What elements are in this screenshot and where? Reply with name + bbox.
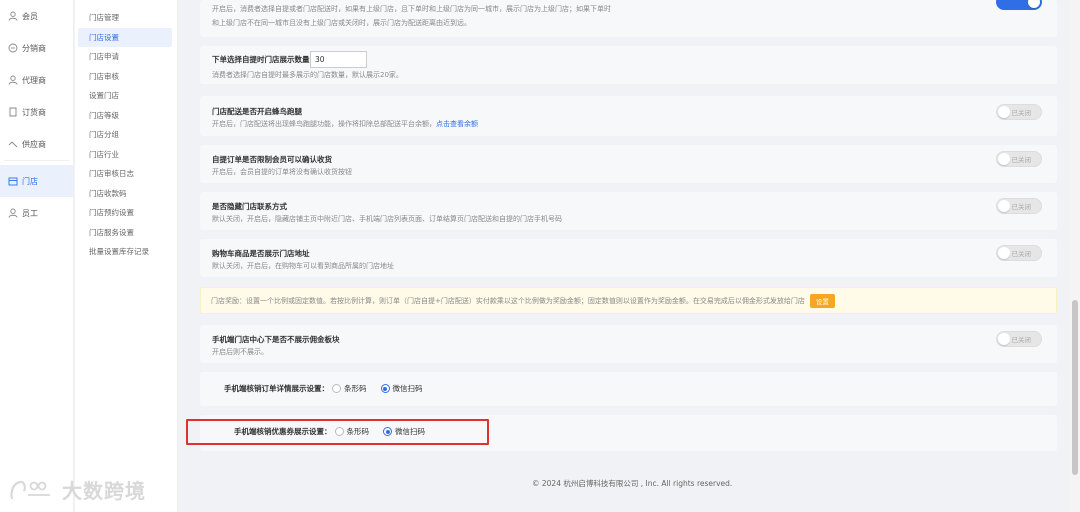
subnav-item[interactable]: 门店管理 xyxy=(75,8,172,28)
sidebar-item-label: 供应商 xyxy=(22,139,46,149)
parent-store-toggle[interactable] xyxy=(996,0,1042,10)
order-verify-radio-group: 手机端核销订单详情展示设置： 条形码 微信扫码 xyxy=(224,383,437,394)
hide-contact-toggle[interactable]: 已关闭 xyxy=(996,198,1042,214)
subnav-item[interactable]: 门店等级 xyxy=(75,106,172,126)
sidebar-item-label: 会员 xyxy=(22,11,38,21)
order-icon xyxy=(7,107,18,118)
setting-title: 是否隐藏门店联系方式 xyxy=(212,202,287,211)
setting-card-order-verify: 手机端核销订单详情展示设置： 条形码 微信扫码 xyxy=(200,372,1057,406)
order-verify-barcode-radio[interactable]: 条形码 xyxy=(332,383,367,394)
setting-description: 开启后，门店配送将出现蜂鸟跑腿功能，操作将扣除总部配送平台余额，点击查看余额 xyxy=(212,119,478,129)
staff-icon xyxy=(7,208,18,219)
setting-description: 开启后，消费者选择自提或者门店配送时，如果有上级门店，且下单时和上级门店为同一城… xyxy=(212,5,611,13)
toggle-label: 已关闭 xyxy=(1011,156,1032,164)
setting-title: 手机端门店中心下是否不展示佣金板块 xyxy=(212,335,340,344)
subnav-item[interactable]: 设置门店 xyxy=(75,86,172,106)
setting-description: 和上级门店不在同一城市且没有上级门店或关闭时，展示门店为配送距离由近到远。 xyxy=(212,19,471,27)
subnav-item[interactable]: 门店申请 xyxy=(75,47,172,67)
store-icon xyxy=(7,176,18,187)
sidebar-item-buyer[interactable]: 订货商 xyxy=(0,96,73,128)
setting-card-store-count: 下单选择自提时门店展示数量： 30 消费者选择门店自提时最多展示的门店数量，默认… xyxy=(200,46,1057,84)
toggle-label: 已关闭 xyxy=(1011,250,1032,258)
setting-description: 开启后，会员自提的订单将没有确认收货按钮 xyxy=(212,168,352,176)
sidebar-item-label: 分销商 xyxy=(22,43,46,53)
setting-card-cart-store-address: 购物车商品是否展示门店地址 默认关闭，开启后，在购物车可以看到商品所属的门店地址… xyxy=(200,239,1057,277)
sidebar-item-label: 门店 xyxy=(22,176,38,186)
view-balance-link[interactable]: 点击查看余额 xyxy=(436,120,478,128)
subnav-item[interactable]: 门店审核日志 xyxy=(75,164,172,184)
setting-card-hide-contact: 是否隐藏门店联系方式 默认关闭，开启后，隐藏店铺主页中附近门店、手机端门店列表页… xyxy=(200,192,1057,230)
store-count-input[interactable]: 30 xyxy=(310,51,367,68)
scrollbar[interactable] xyxy=(1070,0,1080,512)
toggle-label: 已关闭 xyxy=(1011,109,1032,117)
agent-icon xyxy=(7,75,18,86)
subnav-item[interactable]: 门店服务设置 xyxy=(75,223,172,243)
scrollbar-thumb[interactable] xyxy=(1072,300,1078,475)
setting-title: 门店配送是否开启蜂鸟跑腿 xyxy=(212,107,302,116)
subnav-item[interactable]: 门店分组 xyxy=(75,125,172,145)
setting-description: 默认关闭，开启后，在购物车可以看到商品所属的门店地址 xyxy=(212,262,394,270)
setting-description: 消费者选择门店自提时最多展示的门店数量，默认展示20家。 xyxy=(212,71,403,79)
subnav-item[interactable]: 门店收款码 xyxy=(75,184,172,204)
watermark-logo-icon xyxy=(10,480,50,499)
sidebar-item-distributor[interactable]: 分销商 xyxy=(0,32,73,64)
radio-group-label: 手机端核销订单详情展示设置： xyxy=(224,384,329,393)
setting-title: 下单选择自提时门店展示数量： xyxy=(212,55,317,64)
setting-description: 开启后则不展示。 xyxy=(212,348,268,356)
radio-label: 微信扫码 xyxy=(392,384,423,393)
sidebar-item-agent[interactable]: 代理商 xyxy=(0,64,73,96)
watermark-text: 大数跨境 xyxy=(62,479,146,503)
setting-description-text: 开启后，门店配送将出现蜂鸟跑腿功能，操作将扣除总部配送平台余额， xyxy=(212,120,436,128)
subnav-item-active[interactable]: 门店设置 xyxy=(78,27,172,47)
store-reward-notice: 门店奖励：设置一个比例或固定数值。若按比例计算，则订单（门店自提+门店配送）实付… xyxy=(200,287,1057,314)
highlight-box xyxy=(186,419,489,445)
setting-card-pickup-confirm: 自提订单是否限制会员可以确认收货 开启后，会员自提的订单将没有确认收货按钮 已关… xyxy=(200,145,1057,183)
copyright-text: © 2024 杭州启博科技有限公司 , Inc. All rights rese… xyxy=(532,479,733,488)
setting-description: 默认关闭，开启后，隐藏店铺主页中附近门店、手机端门店列表页面、订单结算页门店配送… xyxy=(212,215,562,223)
secondary-sidebar: 门店管理 门店设置 门店申请 门店审核 设置门店 门店等级 门店分组 门店行业 … xyxy=(75,0,178,512)
sidebar-item-supplier[interactable]: 供应商 xyxy=(0,128,73,160)
order-verify-wechat-radio[interactable]: 微信扫码 xyxy=(380,383,423,394)
subnav-item[interactable]: 批量设置库存记录 xyxy=(75,242,172,262)
notice-text: 门店奖励：设置一个比例或固定数值。若按比例计算，则订单（门店自提+门店配送）实付… xyxy=(211,296,805,305)
watermark: 大数跨境 xyxy=(8,475,146,504)
setting-card-parent-store: 开启后，消费者选择自提或者门店配送时，如果有上级门店，且下单时和上级门店为同一城… xyxy=(200,0,1057,37)
setting-card-commission: 手机端门店中心下是否不展示佣金板块 开启后则不展示。 已关闭 xyxy=(200,325,1057,363)
setting-card-fengniao: 门店配送是否开启蜂鸟跑腿 开启后，门店配送将出现蜂鸟跑腿功能，操作将扣除总部配送… xyxy=(200,96,1057,136)
radio-label: 条形码 xyxy=(344,384,367,393)
divider xyxy=(4,160,69,161)
sidebar-item-label: 订货商 xyxy=(22,107,46,117)
setting-title: 自提订单是否限制会员可以确认收货 xyxy=(212,155,332,164)
toggle-label: 已关闭 xyxy=(1011,336,1032,344)
subnav-item[interactable]: 门店行业 xyxy=(75,145,172,165)
subnav-item[interactable]: 门店预约设置 xyxy=(75,203,172,223)
subnav-item[interactable]: 门店审核 xyxy=(75,67,172,87)
fengniao-toggle[interactable]: 已关闭 xyxy=(996,104,1042,120)
sidebar-item-member[interactable]: 会员 xyxy=(0,0,73,32)
reward-setting-button[interactable]: 设置 xyxy=(809,293,835,308)
setting-title: 购物车商品是否展示门店地址 xyxy=(212,249,310,258)
sidebar-item-store[interactable]: 门店 xyxy=(0,165,73,197)
sidebar-item-staff[interactable]: 员工 xyxy=(0,197,73,229)
user-icon xyxy=(7,11,18,22)
sidebar-item-label: 员工 xyxy=(22,208,38,218)
share-icon xyxy=(7,43,18,54)
supplier-icon xyxy=(7,139,18,150)
primary-sidebar: 会员 分销商 代理商 订货商 供应商 门店 员工 xyxy=(0,0,74,512)
toggle-label: 已关闭 xyxy=(1011,203,1032,211)
sidebar-item-label: 代理商 xyxy=(22,75,46,85)
cart-store-address-toggle[interactable]: 已关闭 xyxy=(996,245,1042,261)
pickup-confirm-toggle[interactable]: 已关闭 xyxy=(996,151,1042,167)
commission-toggle[interactable]: 已关闭 xyxy=(996,331,1042,347)
